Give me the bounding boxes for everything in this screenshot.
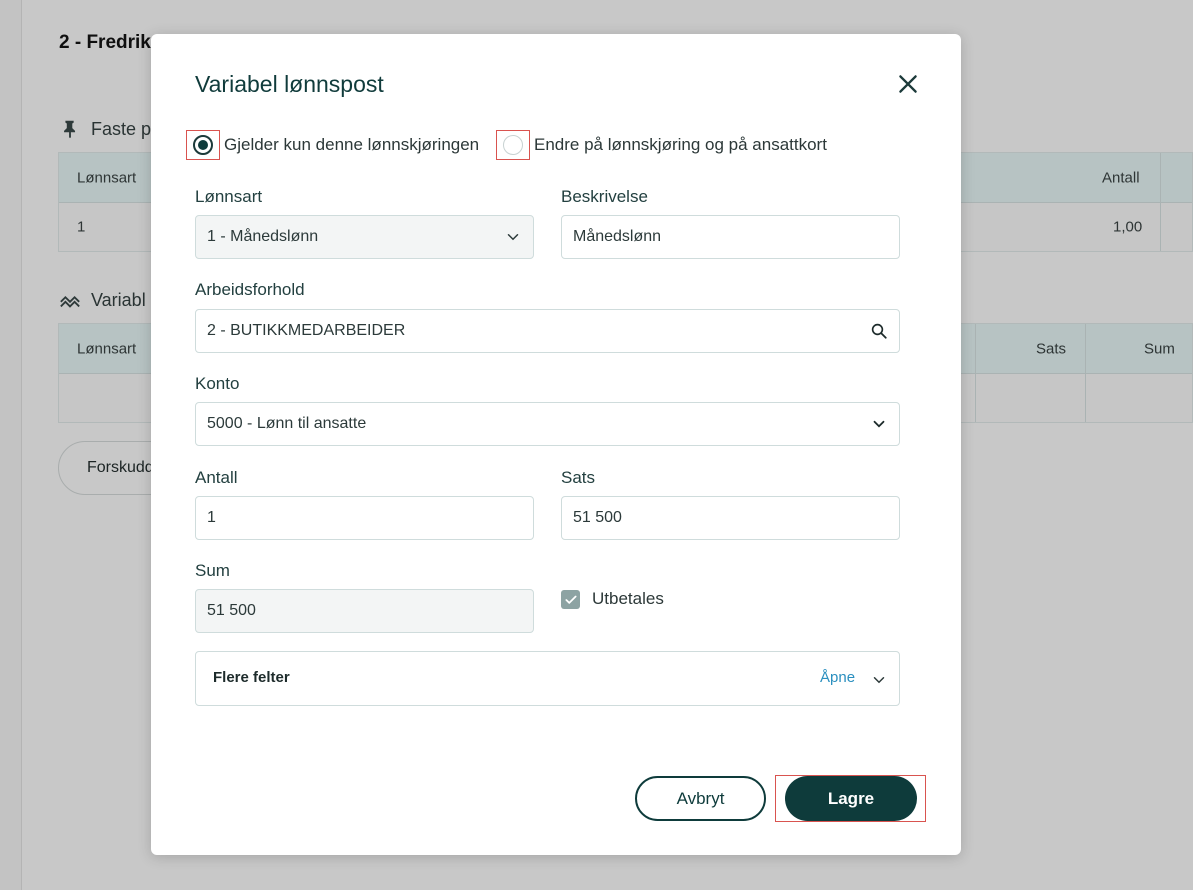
arbeidsforhold-label: Arbeidsforhold (195, 280, 305, 299)
col-lonnsart: Lønnsart (77, 340, 137, 357)
column-divider (1085, 324, 1086, 373)
col-lonnsart: Lønnsart (77, 169, 137, 186)
beskrivelse-label: Beskrivelse (561, 187, 648, 206)
konto-value: 5000 - Lønn til ansatte (207, 415, 367, 432)
variable-salary-dialog: Variabel lønnspost Gjelder kun denne løn… (151, 34, 961, 855)
lonnsart-label: Lønnsart (195, 187, 263, 206)
fixed-section-header: Faste p (59, 118, 151, 140)
checkmark-icon (564, 595, 577, 604)
pin-icon (64, 120, 76, 139)
cancel-button[interactable]: Avbryt (635, 776, 766, 821)
save-button[interactable]: Lagre (785, 776, 917, 821)
radio-label-employee-card: Endre på lønnskjøring og på ansattkort (534, 135, 827, 154)
konto-label: Konto (195, 374, 240, 393)
sats-value: 51 500 (573, 509, 622, 526)
sum-value: 51 500 (207, 602, 256, 619)
row-antall: 1,00 (1113, 218, 1143, 236)
variable-section-header: Variabl (59, 289, 146, 311)
lonnsart-value: 1 - Månedslønn (207, 228, 319, 245)
more-fields-title: Flere felter (213, 669, 290, 686)
close-icon (899, 75, 917, 93)
sum-input: 51 500 (195, 589, 534, 633)
radio-highlight (496, 130, 530, 160)
arbeidsforhold-value: 2 - BUTIKKMEDARBEIDER (207, 322, 406, 339)
radio-option-employee-card[interactable]: Endre på lønnskjøring og på ansattkort (496, 130, 827, 160)
page-title: 2 - Fredrik (59, 32, 151, 53)
column-divider (1160, 153, 1161, 202)
col-sats: Sats (1036, 340, 1067, 357)
row-lonnsart: 1 (77, 218, 86, 236)
radio-option-this-run[interactable]: Gjelder kun denne lønnskjøringen (186, 130, 479, 160)
utbetales-checkbox[interactable] (561, 590, 580, 609)
beskrivelse-value: Månedslønn (573, 228, 662, 245)
column-divider (1160, 203, 1161, 251)
radio-label-this-run: Gjelder kun denne lønnskjøringen (224, 135, 480, 154)
utbetales-label: Utbetales (592, 589, 664, 608)
beskrivelse-input[interactable]: Månedslønn (561, 215, 900, 259)
open-more-fields-link[interactable]: Åpne (820, 669, 855, 686)
column-divider (975, 324, 976, 373)
column-divider (1085, 374, 1086, 422)
arbeidsforhold-input[interactable]: 2 - BUTIKKMEDARBEIDER (195, 309, 900, 353)
antall-input[interactable]: 1 (195, 496, 534, 540)
search-icon[interactable] (870, 322, 888, 340)
chevron-down-icon (504, 228, 522, 246)
left-sidebar (0, 0, 22, 890)
variable-section-label: Variabl (91, 289, 146, 310)
konto-select[interactable]: 5000 - Lønn til ansatte (195, 402, 900, 446)
radio-highlight (186, 130, 220, 160)
antall-value: 1 (207, 509, 216, 526)
fixed-section-label: Faste p (91, 118, 152, 139)
col-sum: Sum (1144, 340, 1175, 357)
chart-trend-icon (60, 295, 80, 308)
chevron-down-icon (870, 415, 888, 433)
close-button[interactable] (895, 71, 921, 97)
radio-button-selected[interactable] (193, 135, 213, 155)
antall-label: Antall (195, 468, 238, 487)
sats-label: Sats (561, 468, 596, 487)
sats-input[interactable]: 51 500 (561, 496, 900, 540)
radio-button-unselected[interactable] (503, 135, 523, 155)
dialog-title: Variabel lønnspost (195, 71, 384, 97)
more-fields-panel[interactable]: Flere felter Åpne (195, 651, 900, 706)
chevron-down-icon[interactable] (870, 671, 888, 689)
col-antall: Antall (1102, 169, 1140, 186)
sum-label: Sum (195, 561, 230, 580)
column-divider (975, 374, 976, 422)
lonnsart-select[interactable]: 1 - Månedslønn (195, 215, 534, 259)
